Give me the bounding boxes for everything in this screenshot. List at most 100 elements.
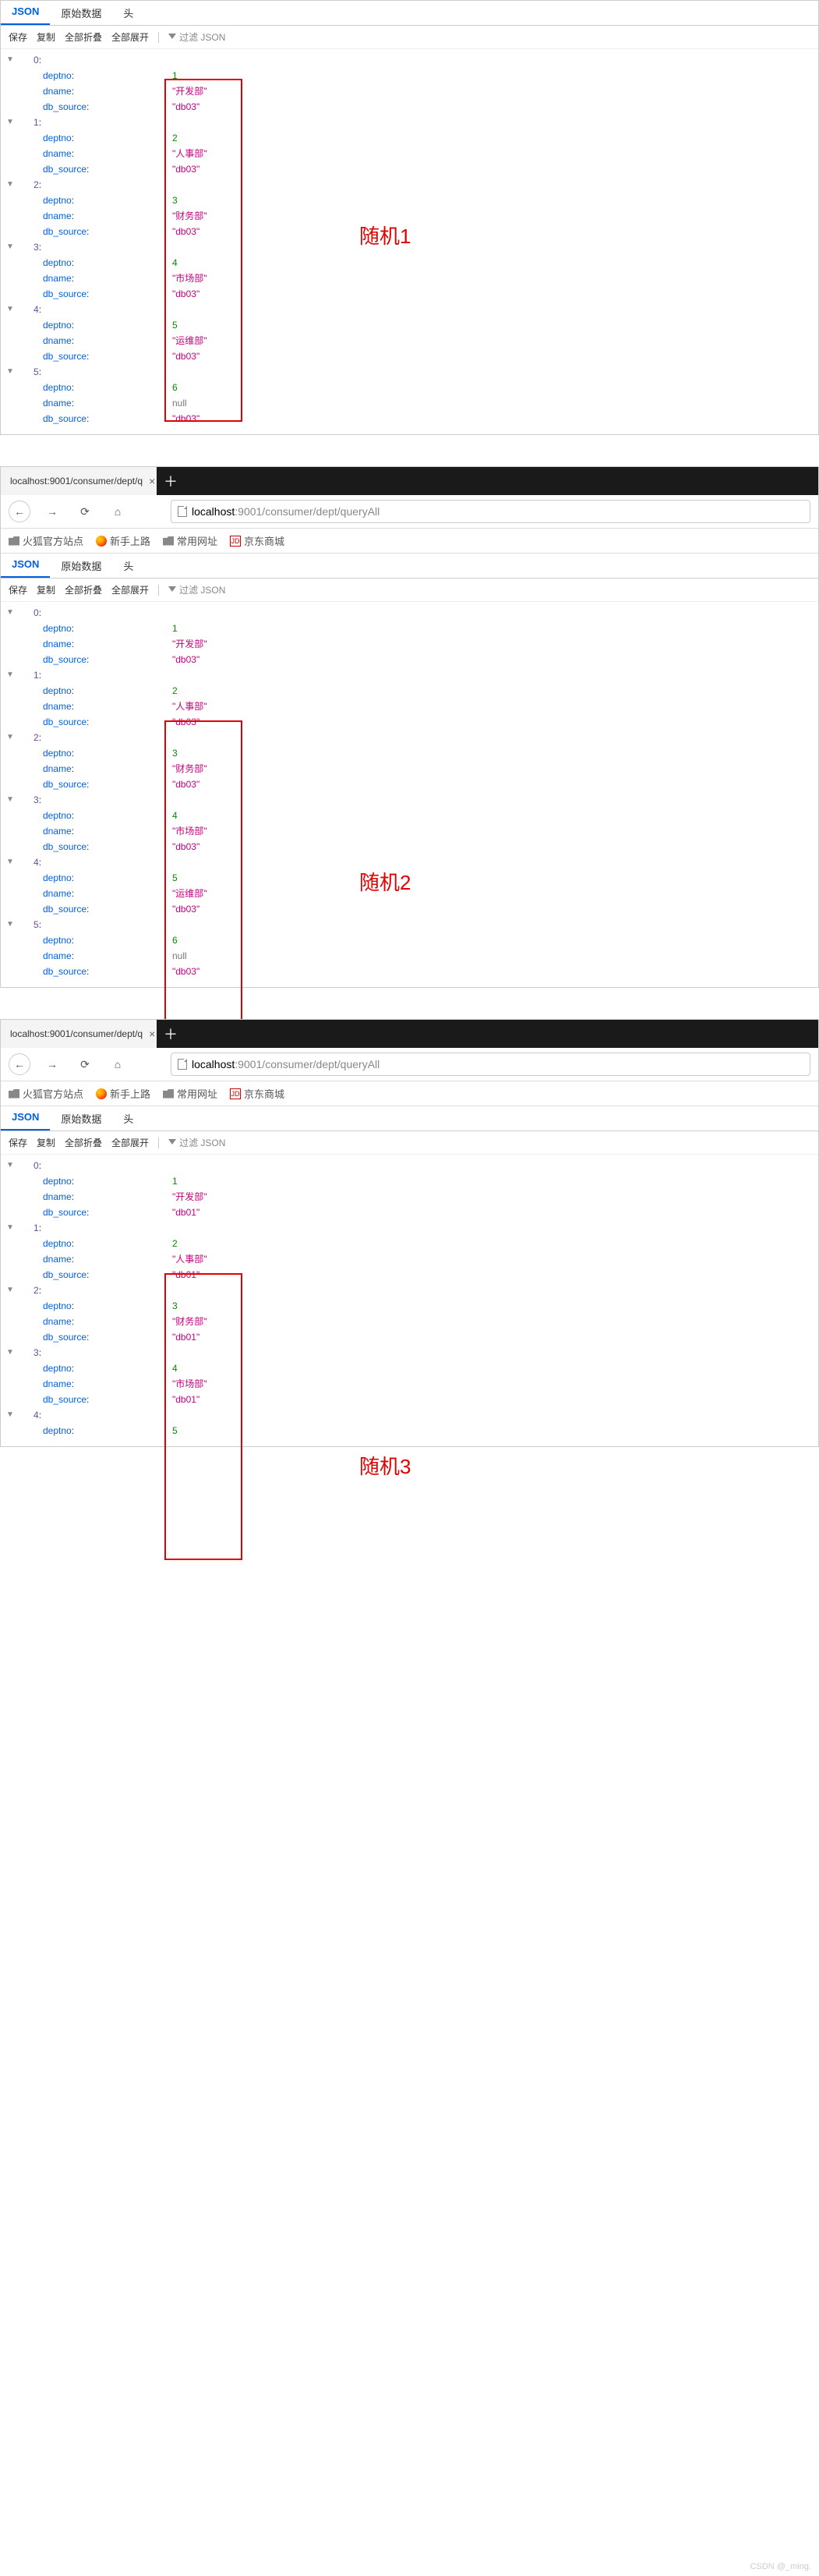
twisty-icon[interactable]	[5, 364, 15, 380]
bookmark-getting-started[interactable]: 新手上路	[96, 533, 150, 548]
json-key: dname	[43, 636, 72, 652]
bookmark-firefox[interactable]: 火狐官方站点	[9, 533, 83, 548]
json-value-string: "db03"	[172, 99, 199, 115]
tab-json[interactable]: JSON	[1, 554, 50, 578]
twisty-icon[interactable]	[5, 115, 15, 130]
bookmark-common[interactable]: 常用网址	[163, 533, 217, 548]
bookmark-jd[interactable]: JD京东商城	[230, 1086, 284, 1101]
twisty-icon[interactable]	[5, 1220, 15, 1236]
json-array-index[interactable]: 4:	[5, 302, 814, 317]
json-array-index[interactable]: 2:	[5, 730, 814, 745]
filter-json[interactable]: 过滤 JSON	[168, 583, 225, 596]
tab-json[interactable]: JSON	[1, 1106, 50, 1131]
back-button[interactable]: ←	[9, 1053, 30, 1075]
save-button[interactable]: 保存	[9, 583, 27, 596]
twisty-icon[interactable]	[5, 605, 15, 621]
json-key: db_source	[43, 349, 86, 364]
copy-button[interactable]: 复制	[37, 30, 55, 44]
forward-button[interactable]: →	[41, 1053, 63, 1075]
json-value-number: 2	[172, 130, 178, 146]
bookmark-getting-started[interactable]: 新手上路	[96, 1086, 150, 1101]
twisty-icon[interactable]	[5, 52, 15, 68]
json-value-string: "db03"	[172, 839, 199, 855]
viewer-tabs: JSON 原始数据 头	[1, 1, 818, 26]
json-array-index[interactable]: 3:	[5, 1345, 814, 1361]
browser-tab[interactable]: localhost:9001/consumer/dept/q ×	[1, 467, 157, 495]
json-index: 2	[34, 1283, 39, 1298]
forward-button[interactable]: →	[41, 501, 63, 522]
twisty-icon[interactable]	[5, 1345, 15, 1361]
json-viewer: 0:deptno:1dname:"开发部"db_source:"db01"1:d…	[1, 1155, 818, 1446]
twisty-icon[interactable]	[5, 792, 15, 808]
expand-all-button[interactable]: 全部展开	[111, 583, 149, 596]
json-row-deptno: deptno:4	[5, 1361, 814, 1376]
separator	[158, 32, 159, 43]
tab-headers[interactable]: 头	[112, 1106, 144, 1131]
tab-raw[interactable]: 原始数据	[50, 1106, 112, 1131]
url-bar[interactable]: localhost:9001/consumer/dept/queryAll	[171, 500, 810, 523]
close-tab-icon[interactable]: ×	[149, 475, 155, 487]
json-array-index[interactable]: 1:	[5, 115, 814, 130]
collapse-all-button[interactable]: 全部折叠	[65, 30, 102, 44]
filter-json[interactable]: 过滤 JSON	[168, 30, 225, 44]
copy-button[interactable]: 复制	[37, 583, 55, 596]
twisty-icon[interactable]	[5, 1158, 15, 1173]
filter-json[interactable]: 过滤 JSON	[168, 1136, 225, 1149]
reload-button[interactable]: ⟳	[74, 1053, 96, 1075]
twisty-icon[interactable]	[5, 667, 15, 683]
browser-tab[interactable]: localhost:9001/consumer/dept/q ×	[1, 1020, 157, 1048]
url-bar[interactable]: localhost:9001/consumer/dept/queryAll	[171, 1053, 810, 1076]
json-value: "人事部"	[172, 146, 207, 161]
tab-raw[interactable]: 原始数据	[50, 554, 112, 578]
json-array-index[interactable]: 0:	[5, 605, 814, 621]
json-array-index[interactable]: 0:	[5, 1158, 814, 1173]
twisty-icon[interactable]	[5, 239, 15, 255]
expand-all-button[interactable]: 全部展开	[111, 1136, 149, 1149]
tab-headers[interactable]: 头	[112, 554, 144, 578]
save-button[interactable]: 保存	[9, 1136, 27, 1149]
twisty-icon[interactable]	[5, 855, 15, 870]
close-tab-icon[interactable]: ×	[149, 1028, 155, 1040]
json-array-index[interactable]: 1:	[5, 667, 814, 683]
json-array-index[interactable]: 5:	[5, 917, 814, 932]
bookmark-common[interactable]: 常用网址	[163, 1086, 217, 1101]
copy-button[interactable]: 复制	[37, 1136, 55, 1149]
json-array-index[interactable]: 1:	[5, 1220, 814, 1236]
funnel-icon	[168, 586, 176, 594]
twisty-icon[interactable]	[5, 177, 15, 193]
twisty-icon[interactable]	[5, 917, 15, 932]
twisty-icon[interactable]	[5, 302, 15, 317]
bookmark-firefox[interactable]: 火狐官方站点	[9, 1086, 83, 1101]
json-row-dname: dname:"财务部"	[5, 761, 814, 777]
json-array-index[interactable]: 4:	[5, 1407, 814, 1423]
json-value-string: "db03"	[172, 777, 199, 792]
home-button[interactable]: ⌂	[107, 1053, 129, 1075]
tab-raw[interactable]: 原始数据	[50, 1, 112, 25]
json-key: deptno	[43, 1423, 72, 1438]
json-array-index[interactable]: 3:	[5, 792, 814, 808]
json-array-index[interactable]: 5:	[5, 364, 814, 380]
expand-all-button[interactable]: 全部展开	[111, 30, 149, 44]
tab-json[interactable]: JSON	[1, 1, 50, 25]
bookmark-jd[interactable]: JD京东商城	[230, 533, 284, 548]
tab-title: localhost:9001/consumer/dept/q	[10, 476, 143, 487]
json-row-dbsource: db_source:"db03"	[5, 964, 814, 979]
json-value-number: 5	[172, 870, 178, 886]
new-tab-button[interactable]: ＋	[157, 467, 185, 495]
twisty-icon[interactable]	[5, 1407, 15, 1423]
collapse-all-button[interactable]: 全部折叠	[65, 583, 102, 596]
back-button[interactable]: ←	[9, 501, 30, 522]
json-array-index[interactable]: 2:	[5, 1283, 814, 1298]
tab-headers[interactable]: 头	[112, 1, 144, 25]
json-row-deptno: deptno:2	[5, 683, 814, 699]
reload-button[interactable]: ⟳	[74, 501, 96, 522]
twisty-icon[interactable]	[5, 730, 15, 745]
home-button[interactable]: ⌂	[107, 501, 129, 522]
twisty-icon[interactable]	[5, 1283, 15, 1298]
new-tab-button[interactable]: ＋	[157, 1020, 185, 1048]
json-row-deptno: deptno:1	[5, 68, 814, 83]
json-array-index[interactable]: 0:	[5, 52, 814, 68]
json-array-index[interactable]: 2:	[5, 177, 814, 193]
collapse-all-button[interactable]: 全部折叠	[65, 1136, 102, 1149]
save-button[interactable]: 保存	[9, 30, 27, 44]
